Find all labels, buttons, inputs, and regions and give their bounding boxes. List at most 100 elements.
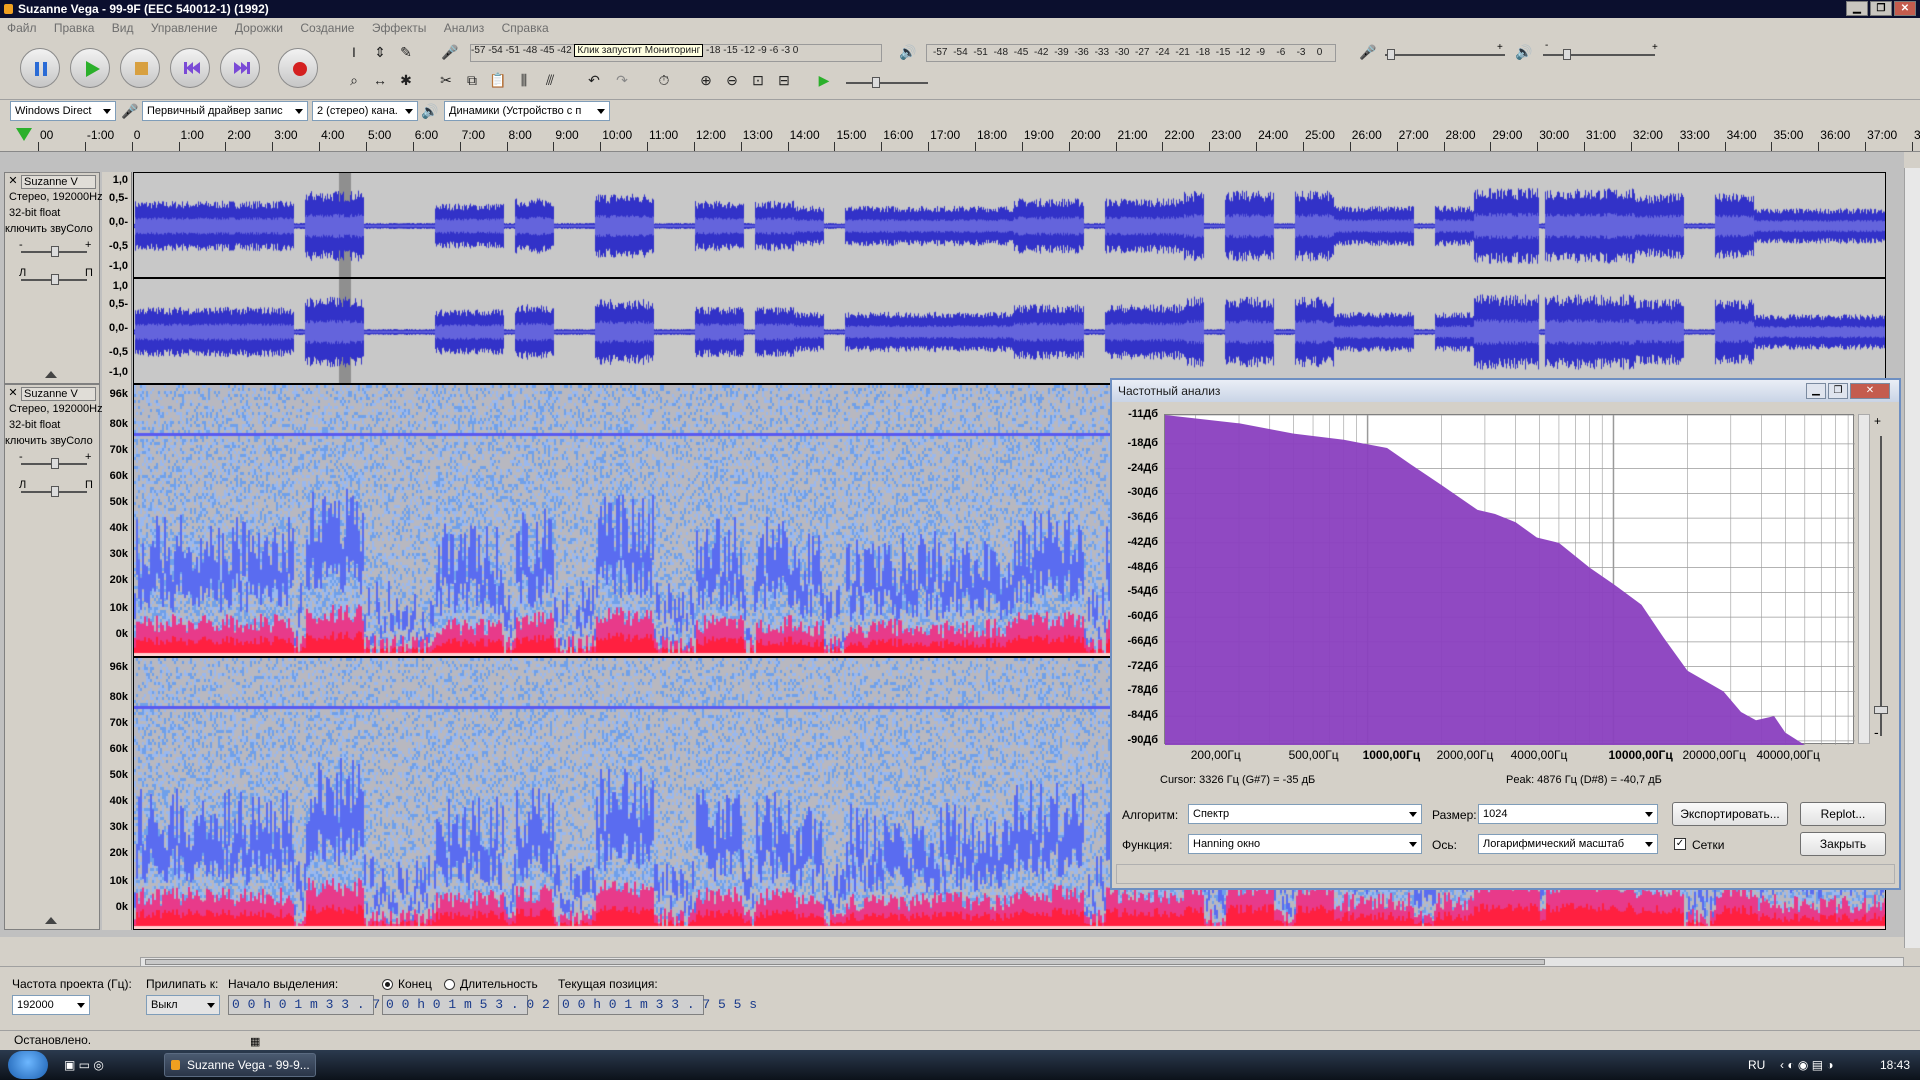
menu-view[interactable]: Вид — [105, 18, 141, 38]
track1-gain-slider[interactable] — [21, 246, 87, 257]
redo-icon[interactable]: ↷ — [612, 70, 632, 90]
start-button[interactable] — [8, 1051, 48, 1079]
selection-start-field[interactable]: 0 0 h 0 1 m 3 3 . 7 5 5 s — [228, 995, 427, 1015]
play-tick: -18 — [1195, 47, 1211, 58]
audio-position-field[interactable]: 0 0 h 0 1 m 3 3 . 7 5 5 s — [558, 995, 757, 1015]
spectrum-plot[interactable] — [1164, 414, 1855, 745]
paste-icon[interactable]: 📋 — [488, 70, 508, 90]
copy-icon[interactable]: ⧉ — [462, 70, 482, 90]
db-axis-label: -84Дб — [1127, 709, 1158, 722]
export-button[interactable]: Экспортировать... — [1672, 802, 1788, 826]
cut-icon[interactable]: ✂ — [436, 70, 456, 90]
menu-transport[interactable]: Управление — [144, 18, 225, 38]
record-meter[interactable]: -57 -54 -51 -48 -45 -42 Клик запустит Мо… — [470, 44, 882, 62]
menu-edit[interactable]: Правка — [47, 18, 102, 38]
vertical-scrollbar[interactable] — [1904, 168, 1920, 948]
grid-checkbox[interactable]: ✓ — [1674, 838, 1686, 850]
pause-button[interactable] — [20, 48, 60, 88]
track2-pan-slider[interactable] — [21, 486, 87, 497]
axis-scale-select[interactable]: Логарифмический масштаб — [1478, 834, 1658, 854]
record-button[interactable] — [278, 48, 318, 88]
menu-generate[interactable]: Создание — [293, 18, 361, 38]
play-at-speed-icon[interactable]: ▶ — [814, 70, 834, 90]
minimize-button[interactable]: ▁ — [1846, 1, 1868, 16]
snap-select[interactable]: Выкл — [146, 995, 220, 1015]
taskbar-app-button[interactable]: Suzanne Vega - 99-9... — [164, 1053, 316, 1077]
close-dialog-button[interactable]: Закрыть — [1800, 832, 1886, 856]
window-function-select[interactable]: Hanning окно — [1188, 834, 1422, 854]
selection-end-field[interactable]: 0 0 h 0 1 m 5 3 . 0 2 0 s — [382, 995, 581, 1015]
replot-button[interactable]: Replot... — [1800, 802, 1886, 826]
play-head-icon[interactable] — [16, 128, 32, 145]
stop-button[interactable] — [120, 48, 160, 88]
track2-gain-slider[interactable] — [21, 458, 87, 469]
audio-host-select[interactable]: Windows Direct — [10, 101, 116, 121]
size-select[interactable]: 1024 — [1478, 804, 1658, 824]
record-meter-mic-icon[interactable]: 🎤 — [440, 42, 460, 62]
undo-icon[interactable]: ↶ — [584, 70, 604, 90]
menu-file[interactable]: Файл — [0, 18, 44, 38]
zoom-in-icon[interactable]: ⊕ — [696, 70, 716, 90]
output-volume-slider[interactable] — [1543, 49, 1655, 60]
length-radio[interactable] — [444, 979, 455, 990]
envelope-tool-icon[interactable]: ⇕ — [370, 42, 390, 62]
zoom-tool-icon[interactable]: ⌕ — [344, 70, 364, 90]
menu-tracks[interactable]: Дорожки — [228, 18, 290, 38]
silence-icon[interactable]: ⫻ — [540, 70, 560, 90]
skip-end-button[interactable] — [220, 48, 260, 88]
zoom-out-icon[interactable]: ⊖ — [722, 70, 742, 90]
track2-control-panel[interactable]: ✕ Suzanne V Стерео, 192000Hz 32-bit floa… — [4, 384, 103, 930]
zoom-out-plot-icon[interactable]: - — [1874, 724, 1888, 740]
track1-pan-slider[interactable] — [21, 274, 87, 285]
zoom-in-plot-icon[interactable]: + — [1874, 414, 1888, 428]
sync-lock-icon[interactable]: ⏱ — [654, 70, 674, 90]
end-radio[interactable] — [382, 979, 393, 990]
speaker-meter-icon[interactable]: 🔊 — [898, 42, 918, 62]
selection-tool-icon[interactable]: I — [344, 42, 364, 62]
algorithm-select[interactable]: Спектр — [1188, 804, 1422, 824]
project-rate-select[interactable]: 192000 — [12, 995, 90, 1015]
track1-ch2-waveform[interactable] — [133, 278, 1886, 384]
language-indicator[interactable]: RU — [1748, 1058, 1765, 1072]
quicklaunch-icons[interactable]: ▣ ▭ ◎ — [64, 1058, 104, 1072]
play-button[interactable] — [70, 48, 110, 88]
dialog-minimize-button[interactable]: ▁ — [1806, 383, 1826, 399]
track2-close-icon[interactable]: ✕ — [7, 387, 19, 401]
playback-device-select[interactable]: Динамики (Устройство с п — [444, 101, 610, 121]
dialog-close-icon[interactable]: ✕ — [1850, 383, 1890, 399]
close-window-button[interactable]: ✕ — [1894, 1, 1916, 16]
timeline-ruler[interactable]: 00 -1:00 0 1:00 2:00 3:00 4:00 5:00 6:00 7:00 8:00… — [0, 124, 1920, 152]
track1-close-icon[interactable]: ✕ — [7, 175, 19, 189]
menu-analyze[interactable]: Анализ — [437, 18, 492, 38]
fit-selection-icon[interactable]: ⊡ — [748, 70, 768, 90]
playback-meter[interactable]: -57 -54 -51 -48 -45 -42 -39 -36 -33 -30 -27 -24 -21-… — [926, 44, 1336, 62]
track1-name-menu[interactable]: Suzanne V — [21, 175, 96, 189]
menu-help[interactable]: Справка — [495, 18, 556, 38]
plot-zoom-slider[interactable] — [1874, 436, 1888, 736]
track1-mute-solo-buttons[interactable]: ключить звуСоло — [5, 223, 93, 235]
input-volume-slider[interactable] — [1385, 49, 1505, 60]
track2-mute-solo-buttons[interactable]: ключить звуСоло — [5, 435, 93, 447]
play-speed-slider[interactable] — [846, 77, 928, 88]
draw-tool-icon[interactable]: ✎ — [396, 42, 416, 62]
skip-start-button[interactable] — [170, 48, 210, 88]
restore-button[interactable]: ❐ — [1870, 1, 1892, 16]
track2-gain-plus: + — [85, 451, 92, 463]
freq-scale-label: 0k — [115, 901, 128, 913]
fit-project-icon[interactable]: ⊟ — [774, 70, 794, 90]
track1-collapse-icon[interactable] — [45, 369, 57, 381]
track2-collapse-icon[interactable] — [45, 915, 57, 927]
track2-name-menu[interactable]: Suzanne V — [21, 387, 96, 401]
timeshift-tool-icon[interactable]: ↔ — [370, 70, 390, 90]
plot-scrollbar[interactable] — [1858, 414, 1870, 744]
dialog-restore-button[interactable]: ❐ — [1828, 383, 1848, 399]
tray-icons[interactable]: ‹ ◐ ◉ ▤ ◑ — [1780, 1058, 1834, 1072]
track1-ch1-waveform[interactable] — [133, 172, 1886, 278]
channels-select[interactable]: 2 (стерео) кана. — [312, 101, 418, 121]
menu-effects[interactable]: Эффекты — [365, 18, 434, 38]
trim-icon[interactable]: ⫼ — [514, 70, 534, 90]
track1-control-panel[interactable]: ✕ Suzanne V Стерео, 192000Hz 32-bit floa… — [4, 172, 103, 384]
hz-axis-label: 10000,00Гц — [1608, 748, 1673, 762]
multi-tool-icon[interactable]: ✱ — [396, 70, 416, 90]
recording-device-select[interactable]: Первичный драйвер запис — [142, 101, 308, 121]
